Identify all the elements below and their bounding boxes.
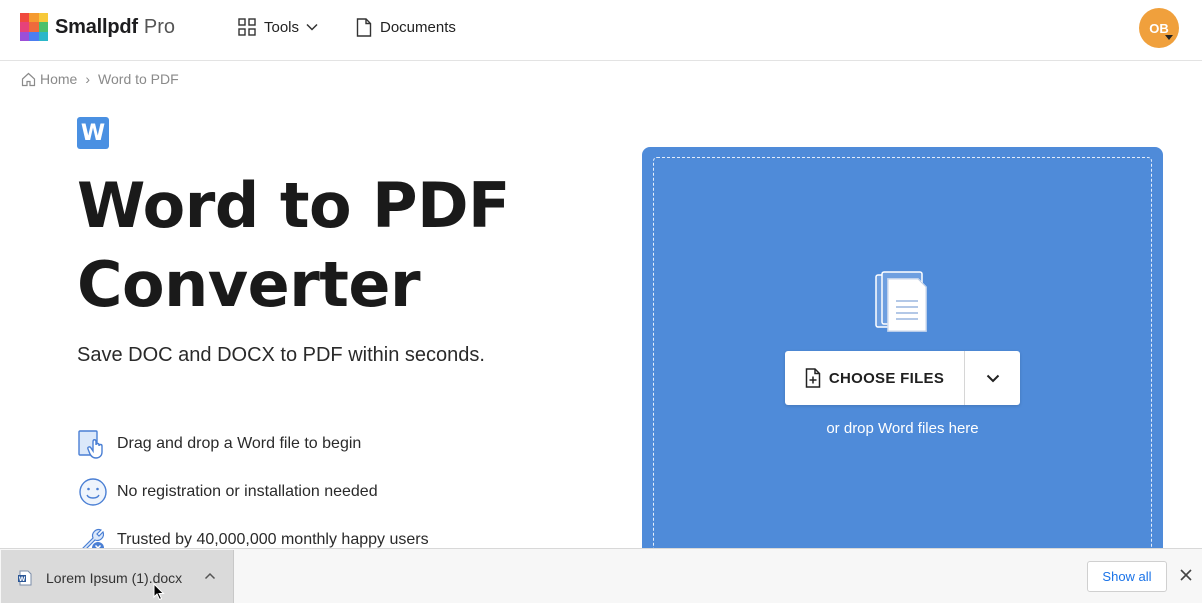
downloads-bar: W Lorem Ipsum (1).docx Show all [0,548,1202,603]
chevron-down-icon [306,23,318,31]
word-icon-letter: W [80,120,106,146]
add-file-icon [805,368,821,388]
smallpdf-logo[interactable]: Smallpdf Pro [20,13,175,41]
grid-icon [238,18,256,36]
avatar-initials: OB [1149,20,1169,36]
choose-files-dropdown[interactable] [965,351,1020,405]
smallpdf-logo-icon [20,13,48,41]
feature-item: No registration or installation needed [77,468,429,516]
breadcrumb-home-link[interactable]: Home [21,71,77,87]
user-avatar[interactable]: OB [1139,8,1179,48]
page-title: Word to PDF Converter [77,166,577,324]
nav-tools-menu[interactable]: Tools [238,18,318,36]
nav-tools-label: Tools [264,18,300,36]
avatar-caret-icon[interactable] [1165,35,1173,40]
show-all-downloads-button[interactable]: Show all [1087,561,1167,592]
word-document-icon: W [18,570,32,586]
breadcrumb: Home › Word to PDF [21,71,179,87]
feature-text: Trusted by 40,000,000 monthly happy user… [117,531,429,548]
mouse-pointer-icon [153,583,165,601]
nav-documents-label: Documents [380,19,456,36]
chevron-up-icon[interactable] [204,572,216,580]
brand-name: Smallpdf [55,15,138,38]
top-navigation-bar: Smallpdf Pro Tools Documents OB [0,0,1202,61]
nav-documents-link[interactable]: Documents [356,18,456,37]
breadcrumb-home-label: Home [40,71,78,87]
svg-text:W: W [19,576,26,583]
home-icon [21,72,36,86]
chevron-down-icon [986,374,999,382]
smiley-icon [77,476,109,508]
feature-text: No registration or installation needed [117,483,378,500]
files-stack-icon [875,271,927,332]
breadcrumb-separator: › [85,71,91,87]
download-item[interactable]: W Lorem Ipsum (1).docx [1,550,234,603]
page-title-line-2: Converter [77,248,421,321]
feature-item: Drag and drop a Word file to begin [77,420,429,468]
choose-files-label: CHOOSE FILES [828,369,945,387]
breadcrumb-current: Word to PDF [98,71,179,87]
document-icon [356,18,372,37]
feature-text: Drag and drop a Word file to begin [117,435,362,452]
page-title-line-1: Word to PDF [77,169,510,242]
drag-hand-icon [77,428,109,460]
word-file-icon: W [77,117,109,149]
choose-files-button[interactable]: CHOOSE FILES [785,351,965,405]
feature-list: Drag and drop a Word file to begin No re… [77,420,429,564]
brand-suffix: Pro [143,15,175,38]
choose-files-button-group: CHOOSE FILES [785,351,1020,405]
close-icon[interactable] [1179,568,1193,582]
drop-files-hint: or drop Word files here [826,420,979,437]
page-subtitle: Save DOC and DOCX to PDF within seconds. [77,344,485,366]
